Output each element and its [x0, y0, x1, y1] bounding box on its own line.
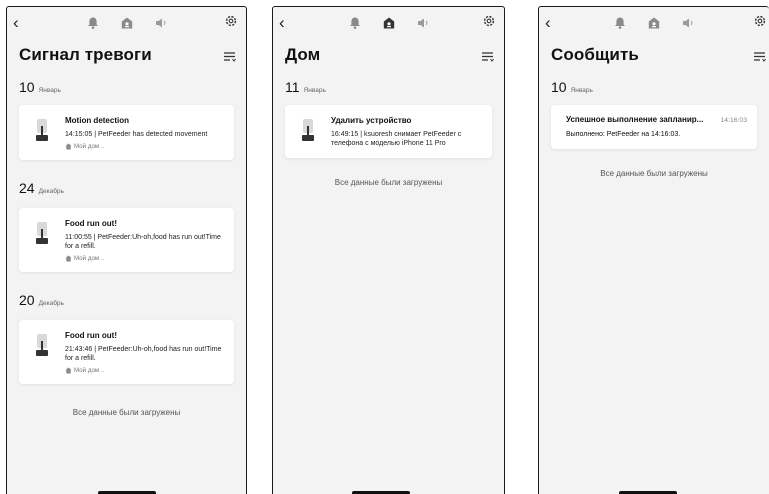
date-day: 20 — [19, 292, 35, 308]
date-header: 20 Декабрь — [7, 292, 246, 310]
home-icon[interactable] — [647, 16, 661, 30]
date-month: Январь — [38, 87, 61, 94]
card-body: 16:49:15 | ksuoresh снимает PetFeeder с … — [331, 131, 462, 147]
title-bar: Сигнал тревоги — [7, 41, 246, 71]
card-body: 14:15:05 | PetFeeder has detected moveme… — [65, 131, 208, 138]
all-loaded-message: Все данные были загружены — [72, 408, 181, 417]
date-month: Декабрь — [38, 188, 64, 195]
filter-list-icon[interactable] — [753, 50, 767, 64]
bell-icon[interactable] — [86, 16, 100, 30]
page-title: Сигнал тревоги — [19, 45, 152, 64]
date-header: 10 Январь — [539, 79, 769, 97]
pet-feeder-icon — [36, 222, 48, 244]
notification-card[interactable]: Food run out! 11:00:55 | PetFeeder:Uh-oh… — [19, 208, 234, 272]
bell-icon[interactable] — [613, 16, 627, 30]
card-body: Выполнено: PetFeeder на 14:16:03. — [566, 131, 681, 138]
title-bar: Сообщить — [539, 41, 769, 71]
top-bar: ‹ — [273, 7, 504, 41]
location-label: Мой дом .. — [74, 143, 105, 150]
date-header: 10 Январь — [7, 79, 246, 97]
location-label: Мой дом .. — [74, 367, 105, 374]
card-location: Мой дом .. — [65, 255, 224, 262]
card-location: Мой дом .. — [65, 143, 224, 150]
card-body: 21:43:46 | PetFeeder:Uh-oh,food has run … — [65, 346, 222, 362]
home-small-icon — [65, 255, 72, 262]
card-title: Food run out! — [65, 331, 117, 340]
date-day: 10 — [551, 79, 567, 95]
date-month: Январь — [570, 87, 593, 94]
card-title: Food run out! — [65, 219, 117, 228]
card-location: Мой дом .. — [65, 367, 224, 374]
filter-list-icon[interactable] — [223, 50, 237, 64]
date-day: 10 — [19, 79, 35, 95]
date-day: 11 — [285, 79, 300, 95]
home-icon[interactable] — [120, 16, 134, 30]
all-loaded-message: Все данные были загружены — [600, 169, 708, 178]
notification-card[interactable]: Удалить устройство 16:49:15 | ksuoresh с… — [285, 105, 492, 158]
card-title: Удалить устройство — [331, 116, 412, 125]
speaker-icon[interactable] — [154, 16, 168, 30]
gear-icon[interactable] — [224, 14, 238, 28]
pet-feeder-icon — [302, 119, 314, 141]
date-day: 24 — [19, 180, 35, 196]
card-time: 14:16:03 — [720, 117, 747, 124]
date-header: 24 Декабрь — [7, 180, 246, 198]
top-bar: ‹ — [539, 7, 769, 41]
date-header: 11 Январь — [273, 79, 504, 97]
card-title: Motion detection — [65, 116, 129, 125]
date-month: Декабрь — [38, 300, 64, 307]
card-title: Успешное выполнение запланир... — [566, 115, 704, 124]
location-label: Мой дом .. — [74, 255, 105, 262]
gear-icon[interactable] — [482, 14, 496, 28]
home-small-icon — [65, 367, 72, 374]
filter-list-icon[interactable] — [481, 50, 495, 64]
notification-card[interactable]: Успешное выполнение запланир... 14:16:03… — [551, 105, 757, 149]
page-title: Дом — [285, 45, 321, 64]
home-small-icon — [65, 143, 72, 150]
pet-feeder-icon — [36, 334, 48, 356]
all-loaded-message: Все данные были загружены — [334, 178, 443, 187]
speaker-icon[interactable] — [681, 16, 695, 30]
date-month: Январь — [303, 87, 326, 94]
notification-card[interactable]: Food run out! 21:43:46 | PetFeeder:Uh-oh… — [19, 320, 234, 384]
gear-icon[interactable] — [753, 14, 767, 28]
card-body: 11:00:55 | PetFeeder:Uh-oh,food has run … — [65, 234, 221, 250]
title-bar: Дом — [273, 41, 504, 71]
screen-home: ‹ Дом 11 Январь Удалить устройство 16:49… — [272, 6, 505, 494]
page-title: Сообщить — [551, 45, 639, 64]
pet-feeder-icon — [36, 119, 48, 141]
top-bar: ‹ — [7, 7, 246, 41]
home-icon[interactable] — [382, 16, 396, 30]
bell-icon[interactable] — [348, 16, 362, 30]
speaker-icon[interactable] — [416, 16, 430, 30]
screen-report: ‹ Сообщить 10 Январь Успешное выполнение… — [538, 6, 769, 494]
screen-alarm: ‹ Сигнал тревоги 10 Январь Motion detect… — [6, 6, 247, 494]
notification-card[interactable]: Motion detection 14:15:05 | PetFeeder ha… — [19, 105, 234, 160]
